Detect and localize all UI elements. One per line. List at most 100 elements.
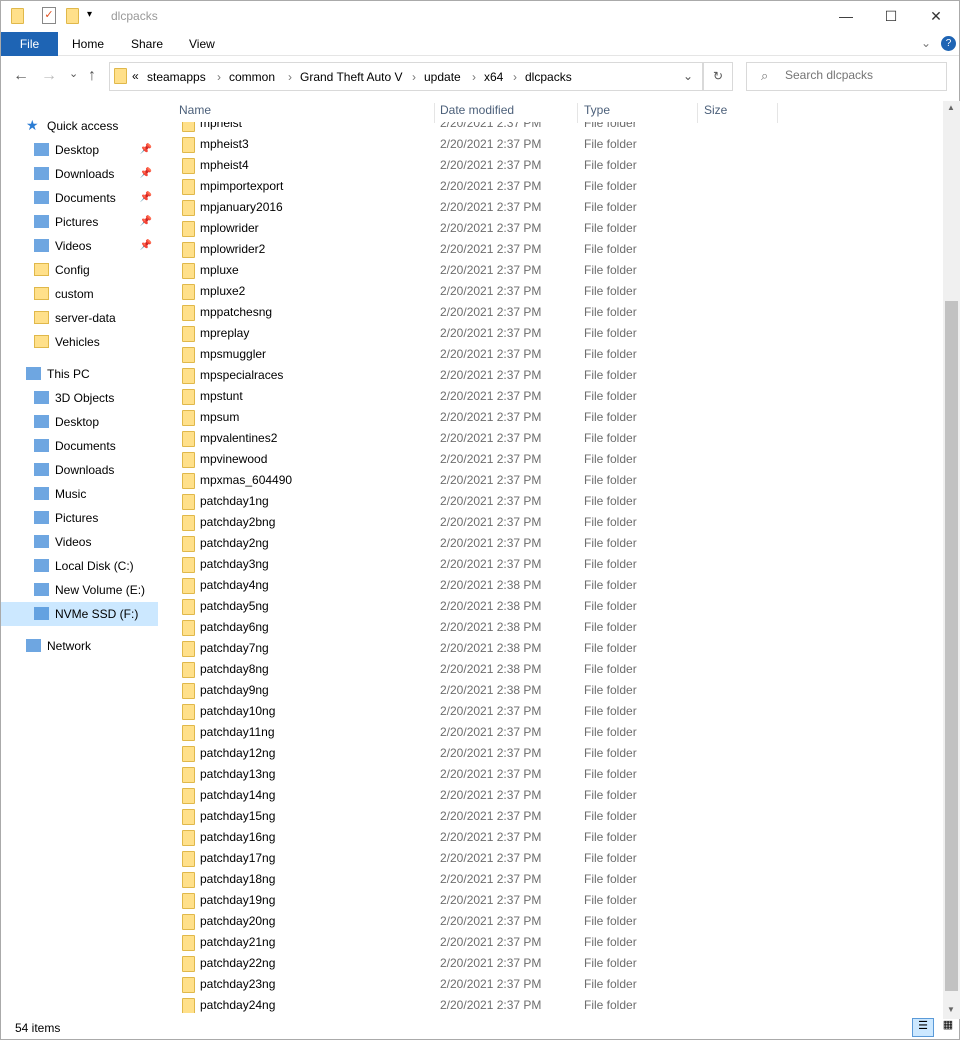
- file-row[interactable]: patchday1ng 2/20/2021 2:37 PM File folder: [161, 491, 943, 512]
- file-row[interactable]: patchday22ng 2/20/2021 2:37 PM File folder: [161, 953, 943, 974]
- tab-view[interactable]: View: [175, 32, 229, 56]
- vertical-scrollbar[interactable]: ▲ ▼: [943, 101, 960, 1019]
- file-row[interactable]: mpvalentines2 2/20/2021 2:37 PM File folde…: [161, 428, 943, 449]
- file-row[interactable]: mplowrider2 2/20/2021 2:37 PM File folder: [161, 239, 943, 260]
- file-row[interactable]: patchday7ng 2/20/2021 2:38 PM File folder: [161, 638, 943, 659]
- file-row[interactable]: mplowrider 2/20/2021 2:37 PM File folder: [161, 218, 943, 239]
- file-row[interactable]: mpsum 2/20/2021 2:37 PM File folder: [161, 407, 943, 428]
- file-row[interactable]: patchday5ng 2/20/2021 2:38 PM File folder: [161, 596, 943, 617]
- file-row[interactable]: patchday2bng 2/20/2021 2:37 PM File folder: [161, 512, 943, 533]
- pin-icon[interactable]: 📌: [140, 162, 152, 186]
- sidebar-item-videos[interactable]: Videos 📌: [1, 234, 158, 258]
- back-button[interactable]: ←: [13, 67, 29, 85]
- sidebar-item-local-disk-c-[interactable]: Local Disk (C:): [1, 554, 158, 578]
- large-icons-view-button[interactable]: ▦: [938, 1018, 958, 1037]
- breadcrumb-dlcpacks[interactable]: dlcpacks: [525, 70, 572, 84]
- file-row[interactable]: patchday2ng 2/20/2021 2:37 PM File folder: [161, 533, 943, 554]
- sidebar-item-music[interactable]: Music: [1, 482, 158, 506]
- sidebar-item-videos[interactable]: Videos: [1, 530, 158, 554]
- close-button[interactable]: ✕: [913, 1, 959, 32]
- file-row[interactable]: patchday19ng 2/20/2021 2:37 PM File folder: [161, 890, 943, 911]
- file-row[interactable]: patchday3ng 2/20/2021 2:37 PM File folder: [161, 554, 943, 575]
- pin-icon[interactable]: 📌: [140, 186, 152, 210]
- sidebar-item-nvme-ssd-f-[interactable]: NVMe SSD (F:): [1, 602, 158, 626]
- file-row[interactable]: mpsmuggler 2/20/2021 2:37 PM File folder: [161, 344, 943, 365]
- details-view-button[interactable]: ☰: [912, 1018, 934, 1037]
- tab-home[interactable]: Home: [58, 32, 118, 56]
- file-row[interactable]: patchday4ng 2/20/2021 2:38 PM File folder: [161, 575, 943, 596]
- sidebar-item-3d-objects[interactable]: 3D Objects: [1, 386, 158, 410]
- address-dropdown-icon[interactable]: ⌄: [683, 69, 693, 83]
- column-size[interactable]: Size: [704, 103, 778, 123]
- sidebar-item-downloads[interactable]: Downloads: [1, 458, 158, 482]
- search-box[interactable]: ⌕: [746, 62, 947, 91]
- breadcrumb-common[interactable]: common: [229, 70, 275, 84]
- new-folder-icon[interactable]: [66, 8, 79, 24]
- sidebar-item-downloads[interactable]: Downloads 📌: [1, 162, 158, 186]
- sidebar-item-pictures[interactable]: Pictures 📌: [1, 210, 158, 234]
- address-bar[interactable]: « steamapps › common › Grand Theft Auto …: [109, 62, 703, 91]
- search-input[interactable]: [785, 68, 940, 82]
- refresh-button[interactable]: ↻: [703, 62, 733, 91]
- file-row[interactable]: patchday20ng 2/20/2021 2:37 PM File folder: [161, 911, 943, 932]
- file-row[interactable]: mpxmas_604490 2/20/2021 2:37 PM File folde…: [161, 470, 943, 491]
- file-row[interactable]: mpluxe2 2/20/2021 2:37 PM File folder: [161, 281, 943, 302]
- file-row[interactable]: patchday6ng 2/20/2021 2:38 PM File folder: [161, 617, 943, 638]
- pin-icon[interactable]: 📌: [140, 210, 152, 234]
- file-row[interactable]: mpheist3 2/20/2021 2:37 PM File folder: [161, 134, 943, 155]
- sidebar-this-pc[interactable]: This PC: [1, 362, 158, 386]
- file-row[interactable]: mpstunt 2/20/2021 2:37 PM File folder: [161, 386, 943, 407]
- file-row[interactable]: patchday15ng 2/20/2021 2:37 PM File folder: [161, 806, 943, 827]
- sidebar-item-pictures[interactable]: Pictures: [1, 506, 158, 530]
- sidebar-item-config[interactable]: Config: [1, 258, 158, 282]
- file-row[interactable]: patchday24ng 2/20/2021 2:37 PM File folder: [161, 995, 943, 1013]
- tab-share[interactable]: Share: [117, 32, 177, 56]
- file-row[interactable]: patchday17ng 2/20/2021 2:37 PM File folder: [161, 848, 943, 869]
- maximize-button[interactable]: ☐: [868, 1, 914, 32]
- expand-ribbon-icon[interactable]: ⌄: [921, 36, 931, 50]
- file-row[interactable]: patchday12ng 2/20/2021 2:37 PM File folder: [161, 743, 943, 764]
- file-row[interactable]: patchday14ng 2/20/2021 2:37 PM File folder: [161, 785, 943, 806]
- sidebar-quick-access[interactable]: ★ Quick access: [1, 114, 158, 138]
- sidebar-item-custom[interactable]: custom: [1, 282, 158, 306]
- file-row[interactable]: mpimportexport 2/20/2021 2:37 PM File fold…: [161, 176, 943, 197]
- column-type[interactable]: Type: [584, 103, 698, 123]
- file-row[interactable]: patchday16ng 2/20/2021 2:37 PM File folder: [161, 827, 943, 848]
- recent-locations-button[interactable]: ⌄: [69, 67, 78, 80]
- file-row[interactable]: mpheist4 2/20/2021 2:37 PM File folder: [161, 155, 943, 176]
- help-icon[interactable]: ?: [941, 36, 956, 51]
- sidebar-item-documents[interactable]: Documents: [1, 434, 158, 458]
- sidebar-item-vehicles[interactable]: Vehicles: [1, 330, 158, 354]
- column-date-modified[interactable]: Date modified: [440, 103, 578, 123]
- file-row[interactable]: patchday21ng 2/20/2021 2:37 PM File folder: [161, 932, 943, 953]
- pin-icon[interactable]: 📌: [140, 138, 152, 162]
- file-row[interactable]: patchday10ng 2/20/2021 2:37 PM File folder: [161, 701, 943, 722]
- file-row[interactable]: patchday9ng 2/20/2021 2:38 PM File folder: [161, 680, 943, 701]
- breadcrumb-x64[interactable]: x64: [484, 70, 503, 84]
- customize-toolbar-icon[interactable]: ▾: [87, 9, 92, 20]
- breadcrumb-overflow[interactable]: «: [132, 69, 139, 83]
- file-row[interactable]: mpspecialraces 2/20/2021 2:37 PM File fold…: [161, 365, 943, 386]
- up-button[interactable]: ↑: [88, 67, 96, 85]
- sidebar-item-desktop[interactable]: Desktop: [1, 410, 158, 434]
- minimize-button[interactable]: —: [823, 1, 869, 32]
- file-row[interactable]: patchday11ng 2/20/2021 2:37 PM File folder: [161, 722, 943, 743]
- sidebar-item-new-volume-e-[interactable]: New Volume (E:): [1, 578, 158, 602]
- sidebar-item-server-data[interactable]: server-data: [1, 306, 158, 330]
- file-row[interactable]: patchday8ng 2/20/2021 2:38 PM File folder: [161, 659, 943, 680]
- file-row[interactable]: mppatchesng 2/20/2021 2:37 PM File folder: [161, 302, 943, 323]
- tab-file[interactable]: File: [1, 32, 58, 56]
- breadcrumb-steamapps[interactable]: steamapps: [147, 70, 206, 84]
- file-row[interactable]: mpluxe 2/20/2021 2:37 PM File folder: [161, 260, 943, 281]
- breadcrumb-update[interactable]: update: [424, 70, 461, 84]
- file-row[interactable]: patchday18ng 2/20/2021 2:37 PM File folder: [161, 869, 943, 890]
- sidebar-item-desktop[interactable]: Desktop 📌: [1, 138, 158, 162]
- file-row[interactable]: patchday13ng 2/20/2021 2:37 PM File folder: [161, 764, 943, 785]
- sidebar-item-documents[interactable]: Documents 📌: [1, 186, 158, 210]
- breadcrumb-gtav[interactable]: Grand Theft Auto V: [300, 70, 403, 84]
- file-row[interactable]: mpreplay 2/20/2021 2:37 PM File folder: [161, 323, 943, 344]
- sidebar-network[interactable]: Network: [1, 634, 158, 658]
- scroll-down-icon[interactable]: ▼: [947, 1005, 955, 1014]
- column-name[interactable]: Name: [179, 103, 435, 123]
- file-row[interactable]: patchday23ng 2/20/2021 2:37 PM File folder: [161, 974, 943, 995]
